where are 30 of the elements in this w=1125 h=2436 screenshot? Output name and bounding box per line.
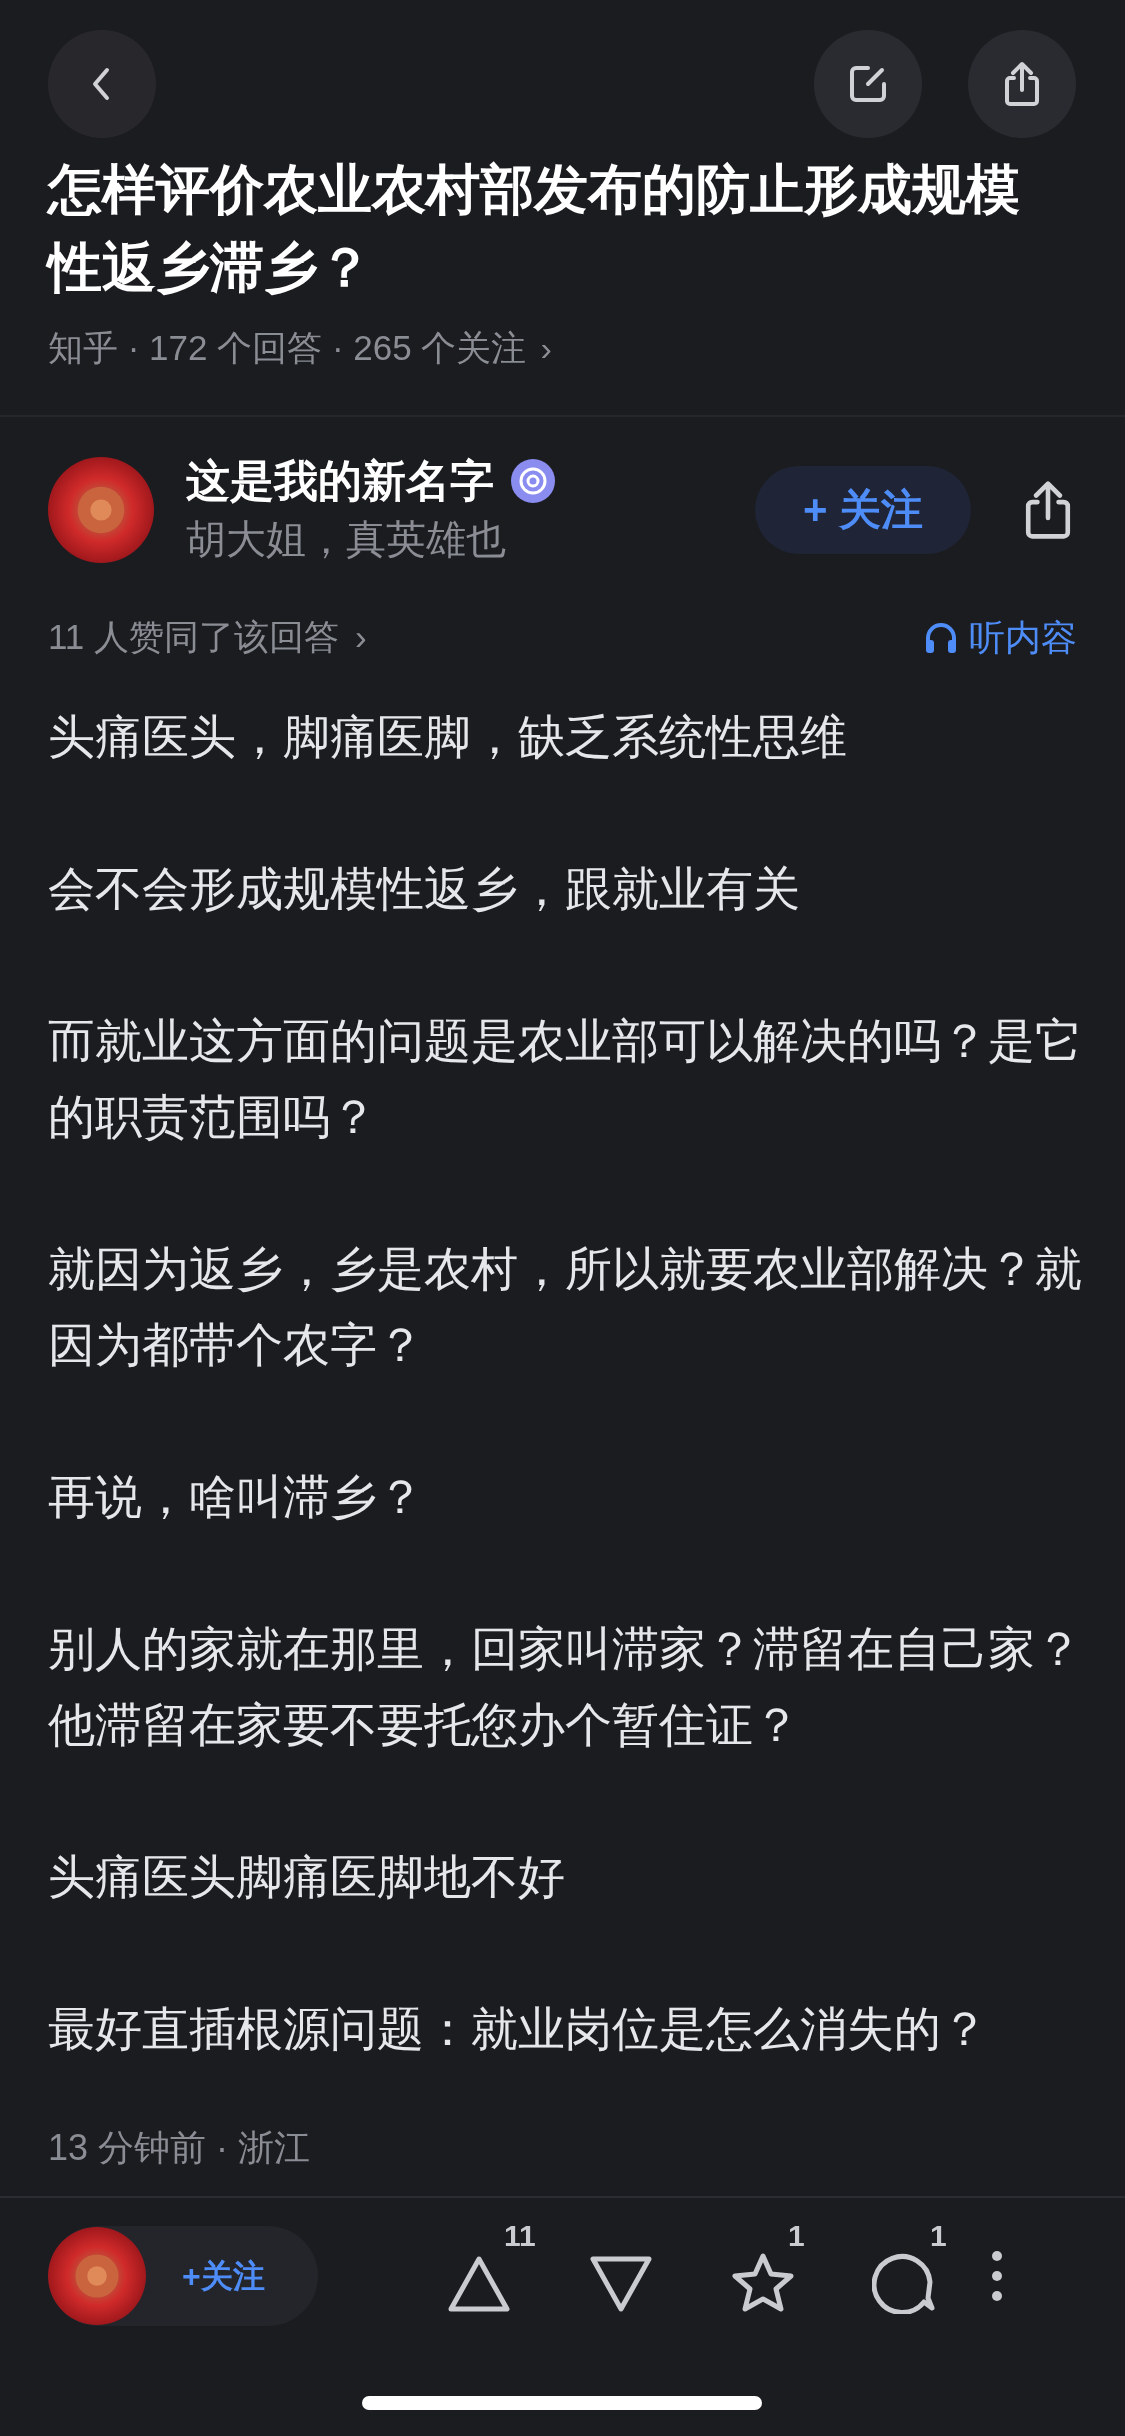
answer-paragraph: 再说，啥叫滞乡？ (48, 1468, 425, 1525)
question-meta[interactable]: 知乎 · 172 个回答 · 265 个关注 (48, 322, 527, 375)
favorite-button[interactable]: 1 (730, 2218, 830, 2314)
follow-pill[interactable]: +关注 (48, 2226, 318, 2326)
answer-paragraph: 会不会形成规模性返乡，跟就业有关 (48, 860, 801, 917)
listen-button[interactable]: 听内容 (923, 610, 1077, 665)
upvote-button[interactable]: 11 (446, 2218, 546, 2314)
badge-icon (510, 457, 556, 504)
follow-button[interactable]: + 关注 (755, 465, 971, 554)
avatar[interactable] (48, 456, 154, 563)
triangle-down-icon[interactable] (588, 2254, 654, 2314)
chevron-icon[interactable]: › (540, 322, 552, 374)
answer-paragraph: 头痛医头，脚痛医脚，缺乏系统性思维 (48, 708, 848, 765)
answer-time: 13 分钟前 · 浙江 (47, 2126, 312, 2170)
speech-bubble-icon[interactable] (872, 2252, 936, 2314)
author-name[interactable]: 这是我的新名字 (186, 452, 494, 509)
triangle-up-icon[interactable] (446, 2254, 512, 2314)
star-icon[interactable] (730, 2252, 796, 2314)
answer-paragraph: 别人的家就在那里，回家叫滞家？滞留在自己家？他滞留在家要不要托您办个暂住证？ (48, 1620, 1083, 1753)
answer-paragraph: 最好直插根源问题：就业岗位是怎么消失的？ (48, 2000, 989, 2057)
follow-link[interactable]: +关注 (182, 2252, 265, 2300)
comment-button[interactable]: 1 (872, 2218, 972, 2314)
answer-paragraph: 而就业这方面的问题是农业部可以解决的吗？是它的职责范围吗？ (48, 1012, 1083, 1145)
avatar[interactable] (48, 2227, 146, 2325)
approval-count[interactable]: 11 人赞同了该回答 (48, 611, 340, 664)
answer-paragraph: 就因为返乡，乡是农村，所以就要农业部解决？就因为都带个农字？ (48, 1240, 1083, 1373)
more-button[interactable] (992, 2251, 1002, 2301)
author-bio: 胡大姐，真英雄也 (186, 515, 507, 563)
answer-paragraph: 头痛医头脚痛医脚地不好 (48, 1848, 566, 1905)
chevron-icon[interactable]: › (355, 611, 367, 664)
